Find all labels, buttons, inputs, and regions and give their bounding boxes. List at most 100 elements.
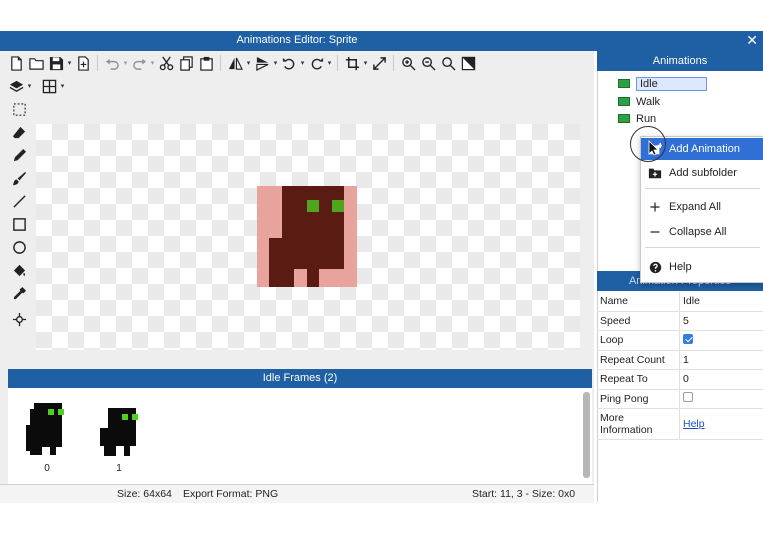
animation-icon xyxy=(618,114,630,123)
main-toolbar: ▾ ▾ ▾ ▾ ▾ ▾ ▾ ▾ xyxy=(6,52,478,74)
line-icon[interactable] xyxy=(9,191,29,211)
animation-item-walk[interactable]: Walk xyxy=(618,94,660,109)
redo-icon[interactable] xyxy=(129,53,149,73)
fill-canvas-icon[interactable] xyxy=(458,53,478,73)
loop-checkbox[interactable] xyxy=(683,333,693,344)
property-row-ping-pong: Ping Pong xyxy=(597,389,763,409)
toolbar-separator xyxy=(337,55,338,71)
toolbar-separator xyxy=(220,55,221,71)
rotate-left-icon[interactable] xyxy=(279,53,299,73)
flip-vertical-icon[interactable] xyxy=(252,53,272,73)
property-key: Name xyxy=(597,292,680,312)
animation-label: Walk xyxy=(636,95,661,108)
new-file-icon[interactable] xyxy=(6,53,26,73)
pencil-icon[interactable] xyxy=(9,145,29,165)
toolbar-separator xyxy=(97,55,98,71)
rectangle-icon[interactable] xyxy=(9,214,29,234)
name-field[interactable]: Idle xyxy=(679,292,763,312)
menu-item-add-subfolder[interactable]: Add subfolder xyxy=(641,162,763,184)
paste-icon[interactable] xyxy=(196,53,216,73)
animation-item-idle[interactable]: Idle xyxy=(618,76,707,91)
layers-icon[interactable] xyxy=(6,76,26,96)
layers-dropdown-icon[interactable]: ▾ xyxy=(26,82,33,90)
eyedropper-icon[interactable] xyxy=(9,283,29,303)
marquee-select-icon[interactable] xyxy=(9,99,29,119)
plus-icon xyxy=(641,201,669,213)
ellipse-icon[interactable] xyxy=(9,237,29,257)
menu-separator xyxy=(645,247,760,248)
animation-icon xyxy=(618,97,630,106)
crop-icon[interactable] xyxy=(342,53,362,73)
flip-vertical-dropdown-icon[interactable]: ▾ xyxy=(272,59,279,67)
property-key: Ping Pong xyxy=(597,389,680,409)
frames-title: Idle Frames (2) xyxy=(8,369,592,388)
rotate-left-dropdown-icon[interactable]: ▾ xyxy=(299,59,306,67)
properties-table: Name Idle Speed 5 Loop Repeat Count 1 Re… xyxy=(597,292,763,440)
animations-panel-title: Animations xyxy=(597,51,763,71)
zoom-in-icon[interactable] xyxy=(398,53,418,73)
menu-item-label: Add Animation xyxy=(669,143,740,155)
window-titlebar: Animations Editor: Sprite ✕ xyxy=(0,31,763,51)
eraser-icon[interactable] xyxy=(9,122,29,142)
property-row-repeat-count: Repeat Count 1 xyxy=(597,350,763,370)
toolbar-separator xyxy=(393,55,394,71)
menu-item-expand-all[interactable]: Expand All xyxy=(641,196,763,218)
property-row-name: Name Idle xyxy=(597,292,763,312)
zoom-out-icon[interactable] xyxy=(418,53,438,73)
open-folder-icon[interactable] xyxy=(26,53,46,73)
menu-item-label: Expand All xyxy=(669,201,721,213)
undo-dropdown-icon[interactable]: ▾ xyxy=(122,59,129,67)
repeat-count-field[interactable]: 1 xyxy=(679,350,763,370)
help-link[interactable]: Help xyxy=(683,418,705,430)
property-row-more-info: More Information Help xyxy=(597,408,763,440)
rotate-right-icon[interactable] xyxy=(306,53,326,73)
cut-icon[interactable] xyxy=(156,53,176,73)
ping-pong-checkbox[interactable] xyxy=(683,392,693,403)
frames-panel xyxy=(8,388,592,484)
grid-dropdown-icon[interactable]: ▾ xyxy=(59,82,66,90)
origin-icon[interactable] xyxy=(9,309,29,329)
animation-item-run[interactable]: Run xyxy=(618,111,656,126)
frame-thumbnail-0[interactable] xyxy=(26,403,66,455)
repeat-to-field[interactable]: 0 xyxy=(679,369,763,390)
save-dropdown-icon[interactable]: ▾ xyxy=(66,59,73,67)
secondary-toolbar: ▾ ▾ xyxy=(6,75,66,97)
grid-icon[interactable] xyxy=(39,76,59,96)
mouse-cursor-icon xyxy=(648,140,659,156)
animation-icon xyxy=(618,79,630,88)
close-icon[interactable]: ✕ xyxy=(746,32,758,48)
speed-field[interactable]: 5 xyxy=(679,311,763,331)
frames-scrollbar[interactable] xyxy=(583,392,590,478)
status-selection: Start: 11, 3 - Size: 0x0 xyxy=(472,488,576,500)
animation-label: Idle xyxy=(636,76,707,91)
menu-separator xyxy=(645,188,760,189)
redo-dropdown-icon[interactable]: ▾ xyxy=(149,59,156,67)
property-key: Speed xyxy=(597,311,680,331)
zoom-fit-icon[interactable] xyxy=(438,53,458,73)
menu-item-label: Help xyxy=(669,261,692,273)
save-icon[interactable] xyxy=(46,53,66,73)
property-key: Repeat To xyxy=(597,369,680,390)
flip-horizontal-dropdown-icon[interactable]: ▾ xyxy=(245,59,252,67)
add-folder-icon xyxy=(641,166,669,180)
menu-item-label: Collapse All xyxy=(669,226,727,238)
undo-icon[interactable] xyxy=(102,53,122,73)
rotate-right-dropdown-icon[interactable]: ▾ xyxy=(326,59,333,67)
menu-item-help[interactable]: Help xyxy=(641,256,763,278)
status-bar: Size: 64x64 Export Format: PNG Start: 11… xyxy=(0,484,594,503)
tool-palette xyxy=(9,99,31,332)
menu-item-collapse-all[interactable]: Collapse All xyxy=(641,221,763,243)
frame-thumbnail-1[interactable] xyxy=(100,408,140,456)
export-icon[interactable] xyxy=(73,53,93,73)
window-title: Animations Editor: Sprite xyxy=(236,34,358,46)
crop-dropdown-icon[interactable]: ▾ xyxy=(362,59,369,67)
sprite-preview xyxy=(257,186,357,287)
resize-icon[interactable] xyxy=(369,53,389,73)
frame-label: 1 xyxy=(116,463,122,474)
fill-bucket-icon[interactable] xyxy=(9,260,29,280)
flip-horizontal-icon[interactable] xyxy=(225,53,245,73)
brush-icon[interactable] xyxy=(9,168,29,188)
copy-icon[interactable] xyxy=(176,53,196,73)
status-format: Export Format: PNG xyxy=(183,488,279,500)
property-key: Repeat Count xyxy=(597,350,680,370)
